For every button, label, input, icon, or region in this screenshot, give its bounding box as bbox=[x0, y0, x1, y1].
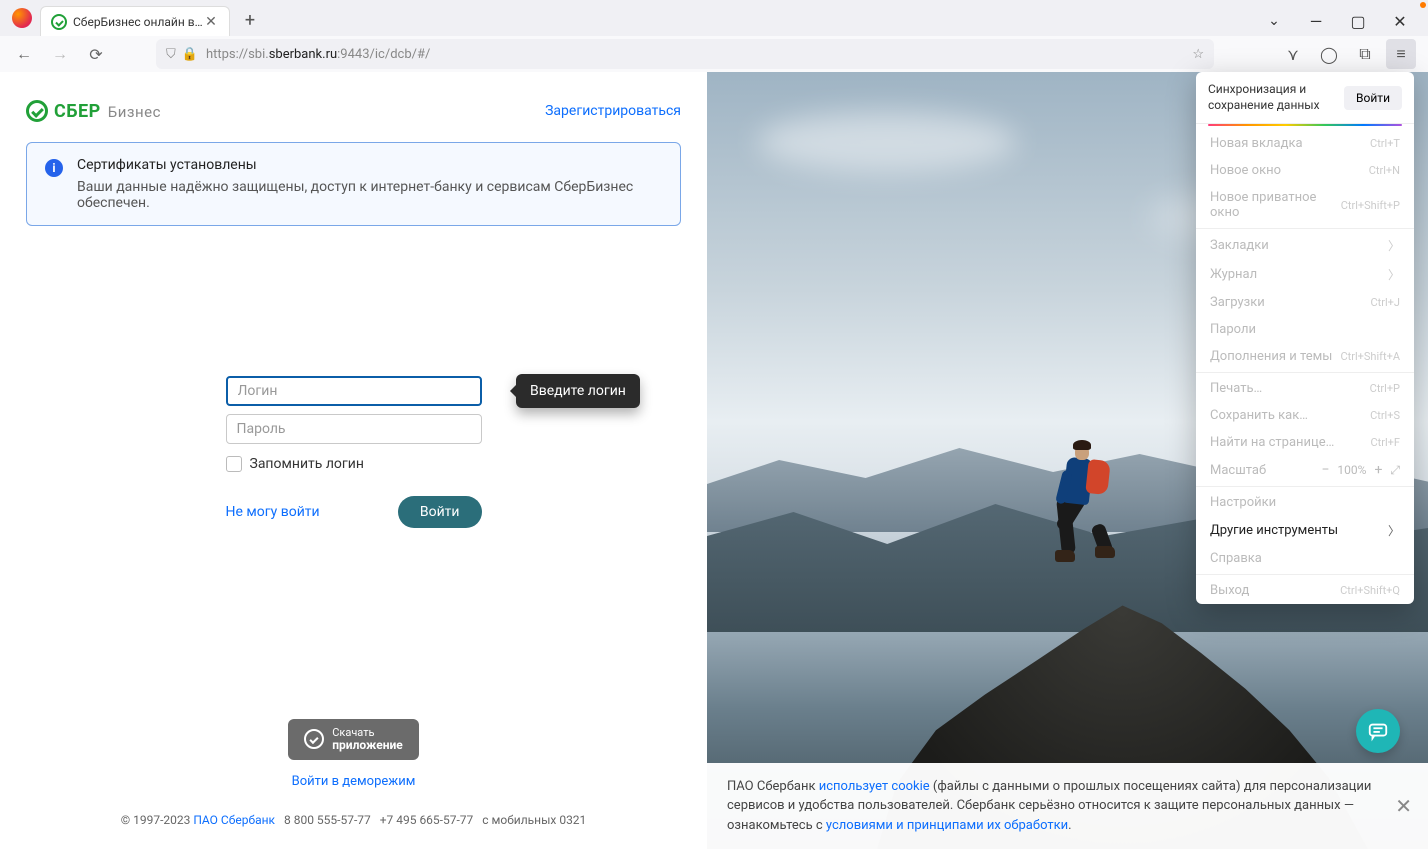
certificate-banner: i Сертификаты установлены Ваши данные на… bbox=[26, 142, 681, 226]
nav-back-icon[interactable]: ← bbox=[8, 39, 40, 69]
menu-item-history[interactable]: Журнал〉 bbox=[1196, 260, 1414, 289]
nav-forward-icon: → bbox=[44, 39, 76, 69]
menu-item-save-as[interactable]: Сохранить как…Ctrl+S bbox=[1196, 402, 1414, 429]
info-icon: i bbox=[45, 159, 63, 177]
url-bar[interactable]: ⛉ 🔒 https://sbi.sberbank.ru:9443/ic/dcb/… bbox=[156, 39, 1214, 69]
lock-icon[interactable]: 🔒 bbox=[182, 47, 198, 62]
chat-icon bbox=[1367, 720, 1389, 742]
footer: © 1997-2023 ПАО Сбербанк 8 800 555-57-77… bbox=[121, 813, 587, 827]
hiker-illustration bbox=[1037, 420, 1127, 590]
new-tab-button[interactable]: + bbox=[236, 6, 264, 34]
menu-item-passwords[interactable]: Пароли bbox=[1196, 316, 1414, 343]
login-input[interactable] bbox=[226, 376, 482, 406]
footer-company-link[interactable]: ПАО Сбербанк bbox=[193, 813, 275, 827]
menu-item-settings[interactable]: Настройки bbox=[1196, 489, 1414, 516]
login-pane: СБЕР Бизнес Зарегистрироваться i Сертифи… bbox=[0, 72, 707, 849]
menu-item-more-tools[interactable]: Другие инструменты〉 bbox=[1196, 516, 1414, 545]
password-input[interactable] bbox=[226, 414, 482, 444]
notification-dot-icon bbox=[1420, 2, 1426, 8]
menu-item-exit[interactable]: ВыходCtrl+Shift+Q bbox=[1196, 577, 1414, 604]
menu-item-addons[interactable]: Дополнения и темыCtrl+Shift+A bbox=[1196, 343, 1414, 370]
remember-label: Запомнить логин bbox=[250, 456, 364, 472]
menu-item-new-private[interactable]: Новое приватное окноCtrl+Shift+P bbox=[1196, 184, 1414, 226]
hamburger-menu-icon[interactable]: ≡ bbox=[1386, 39, 1416, 69]
menu-item-bookmarks[interactable]: Закладки〉 bbox=[1196, 231, 1414, 260]
chat-fab-button[interactable] bbox=[1356, 709, 1400, 753]
bookmark-star-icon[interactable]: ☆ bbox=[1192, 47, 1204, 62]
extensions-icon[interactable]: ⧉ bbox=[1350, 39, 1380, 69]
zoom-in-icon[interactable]: + bbox=[1374, 462, 1382, 478]
tabs-dropdown-icon[interactable]: ⌄ bbox=[1254, 6, 1294, 36]
banner-title: Сертификаты установлены bbox=[77, 157, 662, 173]
browser-tab[interactable]: СберБизнес онлайн вход в ли ✕ bbox=[40, 6, 230, 36]
remember-login-row[interactable]: Запомнить логин bbox=[226, 456, 482, 472]
tab-title: СберБизнес онлайн вход в ли bbox=[73, 15, 203, 29]
menu-item-zoom: Масштаб − 100% + ⤢ bbox=[1196, 456, 1414, 484]
register-link[interactable]: Зарегистрироваться bbox=[545, 103, 681, 119]
download-icon bbox=[304, 729, 324, 749]
tab-close-icon[interactable]: ✕ bbox=[203, 14, 219, 30]
pocket-icon[interactable]: ⋎ bbox=[1278, 39, 1308, 69]
menu-item-new-tab[interactable]: Новая вкладкаCtrl+T bbox=[1196, 130, 1414, 157]
firefox-menu: Синхронизация и сохранение данных Войти … bbox=[1196, 72, 1414, 604]
tracking-shield-icon[interactable]: ⛉ bbox=[166, 47, 176, 62]
zoom-out-icon[interactable]: − bbox=[1321, 462, 1329, 478]
menu-sync-text: Синхронизация и сохранение данных bbox=[1208, 82, 1344, 113]
cookie-uses-link[interactable]: использует cookie bbox=[819, 779, 930, 794]
cookie-terms-link[interactable]: условиями и принципами их обработки bbox=[826, 818, 1068, 833]
menu-item-print[interactable]: Печать…Ctrl+P bbox=[1196, 375, 1414, 402]
remember-checkbox[interactable] bbox=[226, 456, 242, 472]
cookie-banner: ПАО Сбербанк использует cookie (файлы с … bbox=[707, 763, 1428, 849]
login-tooltip: Введите логин bbox=[516, 374, 640, 408]
window-controls: ⌄ — ▢ ✕ bbox=[1254, 6, 1428, 36]
browser-toolbar: ← → ⟳ ⛉ 🔒 https://sbi.sberbank.ru:9443/i… bbox=[0, 36, 1428, 72]
menu-sync-login-button[interactable]: Войти bbox=[1344, 86, 1402, 110]
menu-item-downloads[interactable]: ЗагрузкиCtrl+J bbox=[1196, 289, 1414, 316]
banner-desc: Ваши данные надёжно защищены, доступ к и… bbox=[77, 179, 662, 211]
tab-favicon-icon bbox=[51, 14, 67, 30]
login-button[interactable]: Войти bbox=[398, 496, 482, 528]
menu-item-find[interactable]: Найти на странице…Ctrl+F bbox=[1196, 429, 1414, 456]
firefox-icon bbox=[12, 8, 32, 28]
sber-logo-icon bbox=[26, 100, 48, 122]
window-close-icon[interactable]: ✕ bbox=[1380, 6, 1420, 36]
cant-login-link[interactable]: Не могу войти bbox=[226, 504, 320, 520]
zoom-percent: 100% bbox=[1337, 463, 1366, 477]
nav-reload-icon[interactable]: ⟳ bbox=[80, 39, 112, 69]
menu-gradient-divider bbox=[1208, 124, 1402, 126]
url-text: https://sbi.sberbank.ru:9443/ic/dcb/#/ bbox=[206, 47, 1184, 62]
menu-sync-row: Синхронизация и сохранение данных Войти bbox=[1196, 72, 1414, 124]
demo-mode-link[interactable]: Войти в деморежим bbox=[292, 774, 416, 789]
tab-strip: СберБизнес онлайн вход в ли ✕ + ⌄ — ▢ ✕ bbox=[0, 0, 1428, 36]
menu-item-help[interactable]: Справка bbox=[1196, 545, 1414, 572]
fullscreen-icon[interactable]: ⤢ bbox=[1390, 463, 1400, 478]
window-maximize-icon[interactable]: ▢ bbox=[1338, 6, 1378, 36]
download-app-button[interactable]: Скачать приложение bbox=[288, 719, 419, 760]
window-minimize-icon[interactable]: — bbox=[1296, 6, 1336, 36]
menu-item-new-window[interactable]: Новое окноCtrl+N bbox=[1196, 157, 1414, 184]
sber-logo: СБЕР Бизнес bbox=[26, 100, 161, 122]
account-icon[interactable]: ◯ bbox=[1314, 39, 1344, 69]
cookie-close-icon[interactable]: ✕ bbox=[1395, 791, 1412, 821]
